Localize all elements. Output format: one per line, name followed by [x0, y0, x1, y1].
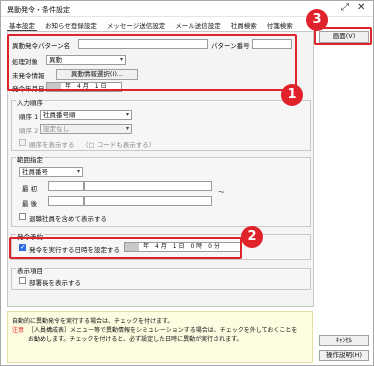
- callout-badge-1: 1: [281, 84, 303, 106]
- input-order-title: 入力順序: [16, 97, 44, 107]
- tab-notice[interactable]: お知らせ登録設定: [43, 19, 99, 31]
- include-retired-checkbox[interactable]: [19, 213, 26, 220]
- range-field-select[interactable]: 社員番号: [19, 167, 83, 177]
- callout-badge-2: 2: [241, 226, 263, 248]
- order1-label: 順序 1: [19, 113, 39, 121]
- help-line-2: ［人員構成表］メニュー等で異動情報をシミュレーションする場合は、チェックを外して…: [28, 327, 298, 334]
- tab-message[interactable]: メッセージ送信設定: [105, 19, 167, 31]
- input-order-group: 入力順序 順序 1 社員番号順 順序 2 設定なし 順序を表示する （□ コード…: [11, 97, 311, 151]
- show-order-checkbox[interactable]: [19, 139, 26, 146]
- tab-mail[interactable]: メール送信設定: [173, 19, 223, 31]
- display-group: 表示項目 部署長を表示する: [11, 265, 311, 290]
- tab-basic[interactable]: 基本設定: [7, 19, 37, 31]
- range-last-code[interactable]: [48, 196, 84, 206]
- range-first-code[interactable]: [48, 181, 84, 191]
- range-title: 範囲指定: [16, 154, 44, 164]
- callout-box-1: [7, 34, 297, 91]
- show-order-label: 順序を表示する: [29, 141, 75, 149]
- range-first-name[interactable]: [84, 181, 212, 191]
- display-title: 表示項目: [16, 265, 44, 275]
- range-first-label: 最 初: [22, 185, 38, 193]
- cancel-button[interactable]: ｷｬﾝｾﾙ: [319, 335, 369, 346]
- order1-select[interactable]: 社員番号順: [40, 110, 132, 120]
- tab-employee-search[interactable]: 社員検索: [229, 19, 259, 31]
- expand-icon[interactable]: ⤢: [341, 2, 349, 13]
- close-icon[interactable]: ✕: [357, 2, 365, 13]
- dept-head-checkbox[interactable]: [19, 277, 26, 284]
- window-title: 異動発令・条件設定: [7, 6, 70, 14]
- dialog-window: 異動発令・条件設定 ⤢ ✕ 基本設定 お知らせ登録設定 メッセージ送信設定 メー…: [0, 0, 374, 366]
- show-code-label: （□ コードも表示する）: [82, 141, 156, 149]
- help-line-3: お勧めします。チェックを付けると、必ず設定した日時に異動が実行されます。: [28, 336, 243, 343]
- range-last-name[interactable]: [84, 196, 212, 206]
- help-text-area: 自動的に異動発令を実行する場合は、チェックを付けます。 注意 ［人員構成表］メニ…: [7, 311, 313, 363]
- help-line-1: 自動的に異動発令を実行する場合は、チェックを付けます。: [12, 318, 174, 325]
- range-last-label: 最 後: [22, 200, 38, 208]
- callout-box-3: [314, 27, 372, 45]
- note-label: 注意: [12, 327, 25, 334]
- order2-select[interactable]: 設定なし: [40, 124, 132, 134]
- dept-head-label: 部署長を表示する: [29, 279, 81, 287]
- order2-label: 順序 2: [19, 127, 39, 135]
- help-button[interactable]: 操作説明(H): [319, 350, 369, 361]
- tab-bar: 基本設定 お知らせ登録設定 メッセージ送信設定 メール送信設定 社員検索 付箋検…: [7, 19, 295, 31]
- callout-badge-3: 3: [306, 9, 328, 31]
- include-retired-label: 退職社員を含めて表示する: [29, 215, 107, 223]
- range-group: 範囲指定 社員番号 最 初 ～ 最 後 退職社員を含めて表示する: [11, 154, 311, 227]
- range-tilde: ～: [218, 188, 225, 196]
- tab-sticky-search[interactable]: 付箋検索: [265, 19, 295, 31]
- callout-box-2: [9, 237, 242, 259]
